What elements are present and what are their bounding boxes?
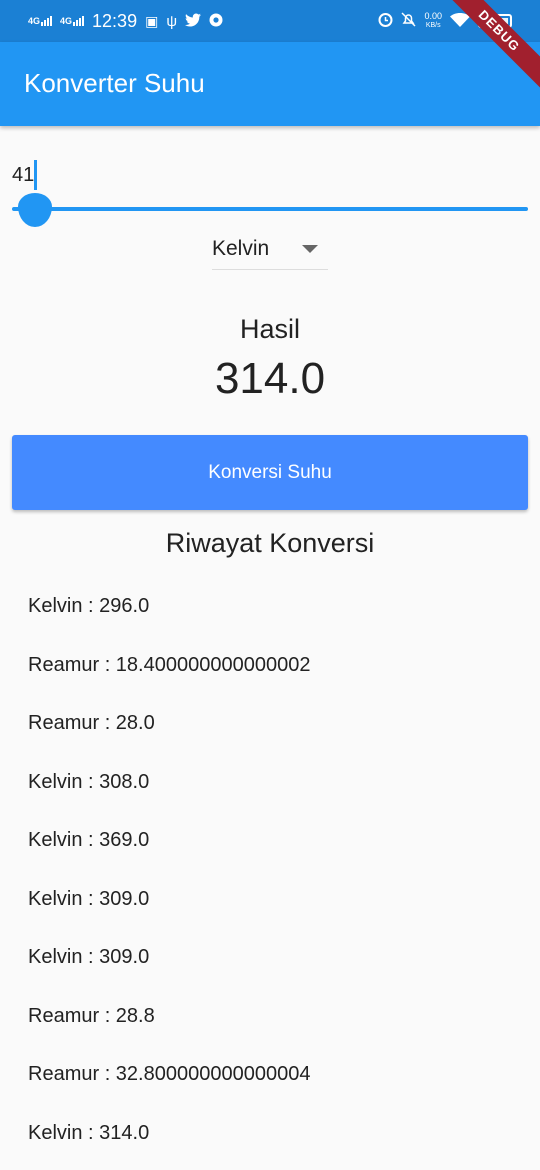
unit-dropdown[interactable]: Kelvin <box>212 228 328 270</box>
history-list: Kelvin : 296.0 Reamur : 18.4000000000000… <box>28 584 310 1169</box>
slider-value-indicator <box>34 160 37 190</box>
history-item: Kelvin : 309.0 <box>28 946 150 968</box>
alarm-icon <box>378 11 393 32</box>
history-item: Reamur : 32.800000000000004 <box>28 1063 311 1085</box>
history-item: Reamur : 18.400000000000002 <box>28 653 311 676</box>
history-item: Reamur : 28.0 <box>28 712 155 734</box>
network-speed: 0.00 KB/s <box>424 11 442 29</box>
clock: 12:39 <box>92 10 138 31</box>
history-item: Kelvin : 369.0 <box>28 829 150 851</box>
slider-value-label: 41 <box>12 164 35 186</box>
usb-icon: ψ <box>166 12 178 30</box>
slider-thumb[interactable] <box>18 193 52 227</box>
temperature-slider[interactable] <box>12 207 528 211</box>
history-item: Reamur : 28.8 <box>28 1004 155 1027</box>
status-left: 4G 4G 12:39 ▣ ψ <box>28 11 223 32</box>
dropdown-selected-value: Kelvin <box>212 236 270 260</box>
history-item: Kelvin : 308.0 <box>28 770 150 793</box>
network-type: 4G <box>28 16 41 26</box>
history-title: Riwayat Konversi <box>165 528 375 558</box>
signal-icon-2: 4G <box>60 16 85 26</box>
signal-icon: 4G <box>28 16 53 26</box>
chrome-icon <box>209 11 223 32</box>
page-title: Konverter Suhu <box>24 68 205 98</box>
twitter-icon <box>185 11 202 32</box>
app-bar: Konverter Suhu <box>0 42 540 126</box>
convert-button[interactable]: Konversi Suhu <box>12 435 528 510</box>
history-item: Kelvin : 296.0 <box>28 595 150 617</box>
history-item: Kelvin : 314.0 <box>28 1121 150 1144</box>
mute-icon <box>401 11 416 32</box>
network-type-2: 4G <box>60 16 73 26</box>
result-label: Hasil <box>239 314 300 344</box>
history-item: Kelvin : 309.0 <box>28 887 150 910</box>
dropdown-arrow-icon <box>302 244 318 253</box>
result-value: 314.0 <box>214 354 326 403</box>
notification-icon: ▣ <box>145 12 159 29</box>
